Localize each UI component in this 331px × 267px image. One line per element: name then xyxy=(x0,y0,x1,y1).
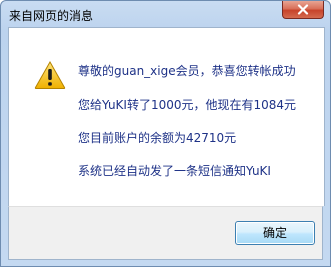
warning-icon xyxy=(34,60,66,89)
title-bar[interactable]: 来自网页的消息 xyxy=(1,1,330,27)
close-icon xyxy=(297,4,309,15)
message-line-3: 您目前账户的余额为42710元 xyxy=(78,131,237,145)
alert-dialog: 来自网页的消息 尊敬的guan_xige会员，恭喜您转帐成功 您给YuKI转了1… xyxy=(0,0,331,267)
message-line-1: 尊敬的guan_xige会员，恭喜您转帐成功 xyxy=(78,64,296,78)
close-button[interactable] xyxy=(282,1,324,19)
message-line-4: 系统已经自动发了一条短信通知YuKI xyxy=(78,164,271,178)
message-line-2: 您给YuKI转了1000元，他现在有1084元 xyxy=(78,98,297,112)
ok-button[interactable]: 确定 xyxy=(235,221,315,245)
message-area: 尊敬的guan_xige会员，恭喜您转帐成功 您给YuKI转了1000元，他现在… xyxy=(8,27,325,206)
button-bar: 确定 xyxy=(8,206,323,260)
dialog-title: 来自网页的消息 xyxy=(9,9,94,23)
